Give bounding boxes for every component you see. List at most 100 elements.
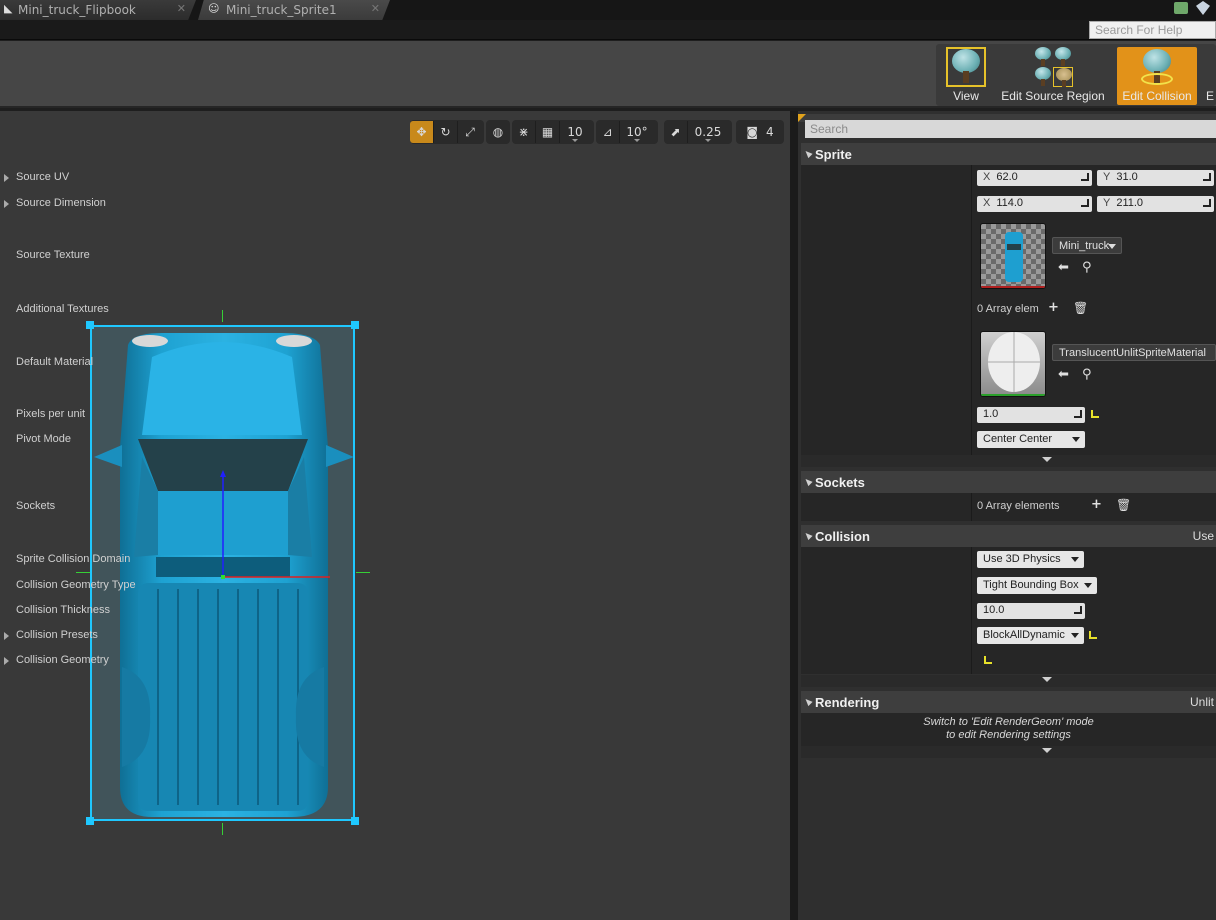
collision-domain-combo[interactable]: Use 3D Physics bbox=[977, 551, 1084, 568]
browse-search-icon[interactable]: ⚲ bbox=[1082, 367, 1092, 382]
source-dimension-y-field[interactable]: Y 211.0 bbox=[1097, 196, 1214, 212]
trash-icon[interactable]: 🗑 bbox=[1073, 301, 1088, 315]
row-label: Collision Geometry bbox=[16, 654, 109, 666]
rotation-snap-text: 10° bbox=[626, 125, 648, 139]
expand-icon[interactable] bbox=[4, 200, 9, 208]
sprite-icon: ☺ bbox=[208, 2, 220, 15]
material-sphere-icon bbox=[981, 332, 1045, 396]
edit-source-region-button[interactable]: Edit Source Region bbox=[1000, 47, 1106, 105]
expand-icon[interactable] bbox=[4, 657, 9, 665]
array-count: 0 Array elem bbox=[977, 303, 1039, 315]
material-thumbnail[interactable] bbox=[980, 331, 1046, 397]
category-collision[interactable]: Collision Use bbox=[801, 525, 1216, 547]
array-count: 0 Array elements bbox=[977, 500, 1060, 512]
pivot-mode-combo[interactable]: Center Center bbox=[977, 431, 1085, 448]
tab-sprite[interactable]: ☺ Mini_truck_Sprite1 ✕ bbox=[198, 0, 390, 20]
grid-snap-text: 10 bbox=[567, 125, 583, 139]
chevron-down-icon bbox=[1042, 748, 1052, 753]
add-icon[interactable]: + bbox=[1091, 497, 1102, 512]
browse-search-icon[interactable]: ⚲ bbox=[1082, 260, 1092, 275]
camera-speed-button[interactable]: ◙ 4 bbox=[736, 121, 784, 143]
edit-render-geom-button[interactable]: E bbox=[1204, 47, 1216, 105]
value-text: 1.0 bbox=[983, 408, 999, 420]
chat-icon[interactable] bbox=[1174, 2, 1188, 14]
collision-tree-icon bbox=[1137, 47, 1177, 87]
resize-handle-bl[interactable] bbox=[86, 817, 94, 825]
rotate-tool-icon[interactable]: ↻ bbox=[434, 121, 458, 143]
edit-collision-button[interactable]: Edit Collision bbox=[1117, 47, 1197, 105]
resize-handle-tl[interactable] bbox=[86, 321, 94, 329]
camera-speed-text: 4 bbox=[766, 125, 774, 139]
tab-bar: ◣ Mini_truck_Flipbook ✕ ☺ Mini_truck_Spr… bbox=[0, 0, 1216, 20]
pixels-per-unit-field[interactable]: 1.0 bbox=[977, 407, 1085, 423]
drag-icon bbox=[1074, 410, 1082, 418]
edge-tick-bottom bbox=[222, 823, 223, 835]
edit-collision-label: Edit Collision bbox=[1122, 89, 1192, 103]
collision-presets-combo[interactable]: BlockAllDynamic bbox=[977, 627, 1084, 644]
close-icon[interactable]: ✕ bbox=[371, 2, 380, 15]
category-sockets[interactable]: Sockets bbox=[801, 471, 1216, 493]
expand-icon[interactable] bbox=[4, 174, 9, 182]
view-label: View bbox=[953, 89, 979, 103]
show-advanced-sprite[interactable] bbox=[801, 455, 1216, 467]
use-selected-arrow-icon[interactable]: ⬅ bbox=[1058, 260, 1069, 275]
scale-snap-value[interactable]: 0.25 bbox=[688, 121, 728, 143]
collision-geometry-type-combo[interactable]: Tight Bounding Box bbox=[977, 577, 1097, 594]
view-button[interactable]: View bbox=[942, 47, 990, 105]
sprite-preview[interactable] bbox=[90, 325, 355, 821]
scale-snap-icon[interactable]: ⬈ bbox=[664, 121, 688, 143]
grid-icon[interactable]: ▦ bbox=[536, 121, 560, 143]
edit-source-region-label: Edit Source Region bbox=[1001, 89, 1105, 103]
angle-icon[interactable]: ⊿ bbox=[596, 121, 620, 143]
resize-handle-br[interactable] bbox=[351, 817, 359, 825]
reset-default-icon[interactable] bbox=[984, 656, 992, 664]
close-icon[interactable]: ✕ bbox=[177, 2, 186, 15]
reset-default-icon[interactable] bbox=[1089, 631, 1097, 639]
collapse-icon bbox=[803, 476, 813, 487]
reset-default-icon[interactable] bbox=[1091, 410, 1099, 418]
resize-handle-tr[interactable] bbox=[351, 321, 359, 329]
chevron-down-icon bbox=[1042, 677, 1052, 682]
texture-thumbnail[interactable] bbox=[980, 223, 1046, 289]
transform-tools: ✥ ↻ ⤢ bbox=[410, 120, 484, 144]
value-text: 31.0 bbox=[1116, 171, 1138, 183]
grid-snap-value[interactable]: 10 bbox=[560, 121, 590, 143]
add-icon[interactable]: + bbox=[1048, 300, 1059, 315]
category-title: Sprite bbox=[815, 146, 852, 162]
category-rendering[interactable]: Rendering Unlit bbox=[801, 691, 1216, 713]
column-splitter[interactable] bbox=[971, 493, 972, 521]
source-dimension-x-field[interactable]: X 114.0 bbox=[977, 196, 1092, 212]
row-label: Source Texture bbox=[16, 249, 90, 261]
category-sprite[interactable]: Sprite bbox=[801, 143, 1216, 165]
source-texture-combo[interactable]: Mini_truck bbox=[1052, 237, 1122, 254]
default-material-combo[interactable]: TranslucentUnlitSpriteMaterial bbox=[1052, 344, 1216, 361]
help-search-input[interactable]: Search For Help bbox=[1089, 21, 1216, 39]
coord-space: ◍ bbox=[486, 120, 510, 144]
value-text: 10.0 bbox=[983, 604, 1005, 616]
grid-snap-group: ⋇ ▦ 10 bbox=[512, 120, 594, 144]
panel-splitter[interactable] bbox=[790, 111, 798, 920]
translate-tool-icon[interactable]: ✥ bbox=[410, 121, 434, 143]
value-text: Mini_truck bbox=[1059, 240, 1110, 252]
chevron-down-icon bbox=[1071, 633, 1079, 638]
tab-flipbook[interactable]: ◣ Mini_truck_Flipbook ✕ bbox=[0, 0, 196, 20]
category-title: Collision bbox=[815, 528, 870, 544]
source-uv-x-field[interactable]: X 62.0 bbox=[977, 170, 1092, 186]
rotation-snap-value[interactable]: 10° bbox=[620, 121, 654, 143]
world-icon[interactable]: ◍ bbox=[486, 121, 510, 143]
show-advanced-collision[interactable] bbox=[801, 675, 1216, 687]
source-uv-y-field[interactable]: Y 31.0 bbox=[1097, 170, 1214, 186]
collision-thickness-field[interactable]: 10.0 bbox=[977, 603, 1085, 619]
row-label: Sockets bbox=[16, 500, 56, 512]
show-advanced-rendering[interactable] bbox=[801, 746, 1216, 758]
ue-logo-icon bbox=[1196, 1, 1210, 15]
column-splitter[interactable] bbox=[971, 547, 972, 674]
surface-snap-icon[interactable]: ⋇ bbox=[512, 121, 536, 143]
column-splitter[interactable] bbox=[971, 165, 972, 455]
details-search-input[interactable]: Search bbox=[805, 120, 1216, 138]
value-text: 211.0 bbox=[1116, 197, 1144, 209]
use-selected-arrow-icon[interactable]: ⬅ bbox=[1058, 367, 1069, 382]
trash-icon[interactable]: 🗑 bbox=[1116, 498, 1131, 512]
scale-tool-icon[interactable]: ⤢ bbox=[458, 121, 482, 143]
expand-icon[interactable] bbox=[4, 632, 9, 640]
